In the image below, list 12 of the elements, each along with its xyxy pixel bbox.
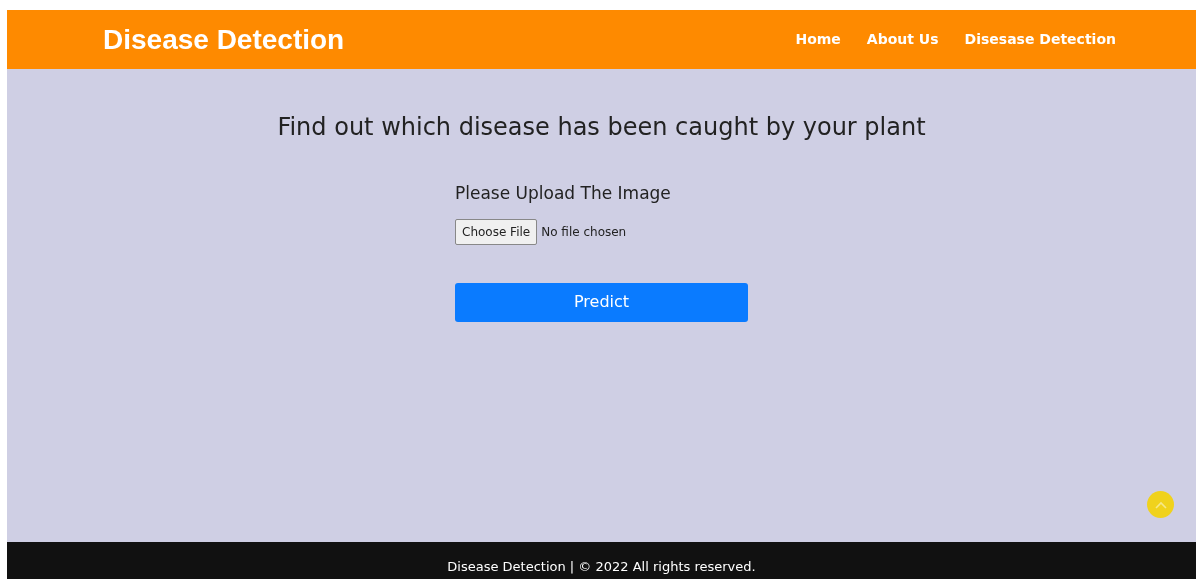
nav-link[interactable]: About Us	[866, 29, 939, 50]
nav-link[interactable]: Disesase Detection	[964, 29, 1116, 50]
upload-label: Please Upload The Image	[455, 182, 671, 205]
nav-link[interactable]: Home	[795, 29, 841, 50]
brand-title: Disease Detection	[103, 22, 345, 57]
chevron-up-icon	[1154, 500, 1167, 509]
scroll-to-top-button[interactable]	[1147, 491, 1174, 518]
choose-file-button[interactable]: Choose File	[455, 218, 538, 245]
predict-button[interactable]: Predict	[455, 282, 748, 322]
footer-text: Disease Detection | © 2022 All rights reserved.	[447, 557, 756, 576]
file-status-text: No file chosen	[541, 223, 627, 241]
page-heading: Find out which disease has been caught by your plant	[277, 112, 926, 143]
